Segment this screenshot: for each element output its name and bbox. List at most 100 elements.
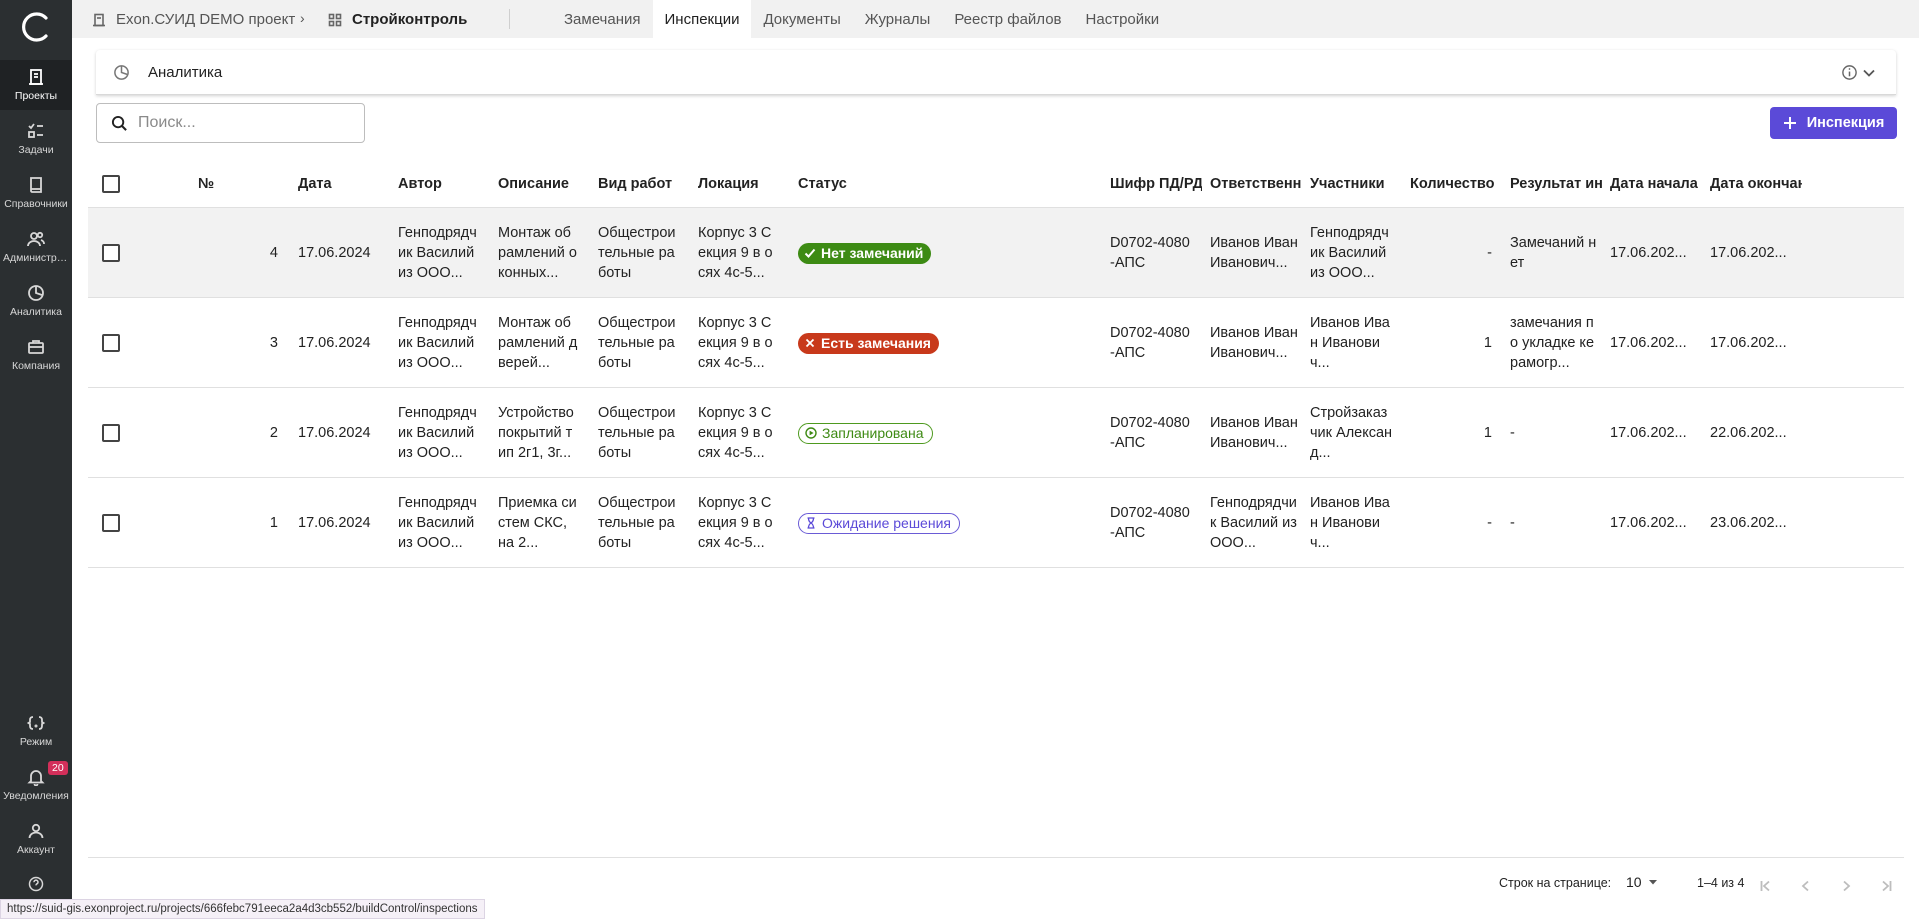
pie-chart-icon (114, 65, 129, 80)
tasks-icon (28, 123, 43, 138)
status-badge-label: Ожидание решения (822, 515, 951, 531)
row-status: Запланирована (798, 388, 933, 478)
row-status: Нет замечаний (798, 208, 932, 298)
top-bar: Exon.СУИД DEMO проект › Стройконтроль За… (72, 0, 1919, 38)
row-date: 17.06.2024 (298, 515, 371, 531)
sidebar-item-label: Компания (11, 360, 61, 372)
row-description-text: Монтаж обрамлений оконных... (498, 225, 577, 281)
link-status-bar: https://suid-gis.exonproject.ru/projects… (0, 899, 485, 919)
sidebar-item-company[interactable]: Компания (0, 330, 72, 380)
help-icon[interactable] (28, 876, 44, 892)
row-responsible-text: Иванов Иван Иванович... (1210, 325, 1298, 361)
row-responsible: Иванов Иван Иванович... (1210, 208, 1298, 298)
tab-inspections[interactable]: Инспекции (652, 0, 752, 38)
next-page-button[interactable] (1836, 876, 1856, 896)
row-result: - (1510, 478, 1598, 568)
row-checkbox[interactable] (102, 388, 120, 478)
column-header-description[interactable]: Описание (498, 160, 588, 208)
add-inspection-button[interactable]: Инспекция (1770, 107, 1897, 139)
column-header-status[interactable]: Статус (798, 160, 1098, 208)
row-author-text: Генподрядчик Василий из ООО... (398, 405, 477, 461)
row-remark-count: 1 (1483, 425, 1492, 441)
row-checkbox[interactable] (102, 478, 120, 568)
row-code: D0702-4080-АПС (1110, 478, 1190, 568)
row-code: D0702-4080-АПС (1110, 388, 1190, 478)
row-description-text: Приемка систем СКС, на 2... (498, 495, 577, 551)
table-header: № Дата Автор Описание Вид работ Локация … (88, 160, 1904, 208)
row-result-text: замечания по укладке керамогр... (1510, 315, 1595, 371)
last-page-button[interactable] (1876, 876, 1896, 896)
sidebar-item-label: Аккаунт (16, 844, 55, 856)
column-header-date[interactable]: Дата (298, 160, 388, 208)
sidebar-item-label: Режим (19, 736, 53, 748)
table-row[interactable]: 2 17.06.2024 Генподрядчик Василий из ООО… (88, 388, 1904, 478)
status-badge: Нет замечаний (798, 242, 932, 264)
row-responsible: Иванов Иван Иванович... (1210, 388, 1298, 478)
column-header-code[interactable]: Шифр ПД/РД (1110, 160, 1202, 208)
sidebar-item-tasks[interactable]: Задачи (0, 114, 72, 164)
row-number: 2 (269, 425, 278, 441)
row-code-text: D0702-4080-АПС (1110, 415, 1190, 451)
row-responsible: Генподрядчик Василий из ООО... (1210, 478, 1298, 568)
row-location: Корпус 3 Секция 9 в осях 4с-5... (698, 208, 778, 298)
column-header-work-type[interactable]: Вид работ (598, 160, 688, 208)
row-date: 17.06.2024 (298, 335, 371, 351)
row-end-date: 17.06.202... (1710, 245, 1787, 261)
chevron-down-icon[interactable] (1862, 66, 1876, 80)
sidebar-item-label: Аналитика (10, 306, 62, 318)
column-header-result[interactable]: Результат инспекции (1510, 160, 1602, 208)
search-input[interactable] (138, 114, 338, 132)
column-header-author[interactable]: Автор (398, 160, 488, 208)
sidebar-item-label: Уведомления (3, 790, 69, 802)
column-header-location[interactable]: Локация (698, 160, 788, 208)
sidebar-item-mode[interactable]: Режим (0, 706, 72, 756)
person-icon (28, 823, 44, 839)
row-remark-count: - (1487, 515, 1492, 531)
rows-per-page-select[interactable]: 10 (1626, 874, 1658, 890)
app-logo-icon[interactable] (19, 10, 53, 44)
module-tabs: Замечания Инспекции Документы Журналы Ре… (552, 0, 1171, 38)
column-header-number[interactable]: № (198, 160, 278, 208)
checkbox-box (102, 175, 120, 193)
checkbox-box (102, 334, 120, 352)
row-work-type: Общестроительные работы (598, 208, 678, 298)
column-header-remark-count[interactable]: Количество замечаний (1410, 160, 1494, 208)
chevron-left-icon (1801, 880, 1809, 892)
tab-journals[interactable]: Журналы (853, 0, 943, 38)
row-checkbox[interactable] (102, 298, 120, 388)
first-page-button[interactable] (1756, 876, 1776, 896)
tab-settings[interactable]: Настройки (1074, 0, 1172, 38)
sidebar-item-analytics[interactable]: Аналитика (0, 276, 72, 326)
sidebar-item-admin[interactable]: Администрирование (0, 222, 72, 272)
breadcrumb-project[interactable]: Exon.СУИД DEMO проект (92, 11, 316, 28)
row-responsible: Иванов Иван Иванович... (1210, 298, 1298, 388)
tab-remarks[interactable]: Замечания (552, 0, 653, 38)
search-icon (111, 115, 127, 131)
sidebar-item-projects[interactable]: Проекты (0, 60, 72, 110)
table-row[interactable]: 4 17.06.2024 Генподрядчик Василий из ООО… (88, 208, 1904, 298)
row-location-text: Корпус 3 Секция 9 в осях 4с-5... (698, 315, 773, 371)
select-all-checkbox[interactable] (102, 160, 120, 208)
table-row[interactable]: 1 17.06.2024 Генподрядчик Василий из ООО… (88, 478, 1904, 568)
breadcrumb-module[interactable]: Стройконтроль (328, 11, 467, 28)
row-checkbox[interactable] (102, 208, 120, 298)
sidebar-item-account[interactable]: Аккаунт (0, 814, 72, 864)
column-header-end-date[interactable]: Дата окончания (1710, 160, 1802, 208)
previous-page-button[interactable] (1796, 876, 1816, 896)
column-header-start-date[interactable]: Дата начала (1610, 160, 1702, 208)
briefcase-icon (28, 340, 44, 354)
hourglass-icon (807, 517, 815, 529)
sidebar-item-notifications[interactable]: Уведомления 20 (0, 760, 72, 810)
tab-documents[interactable]: Документы (751, 0, 852, 38)
info-icon[interactable] (1841, 64, 1858, 81)
analytics-panel[interactable]: Аналитика (96, 50, 1896, 95)
status-badge-label: Запланирована (822, 425, 924, 441)
column-header-responsible[interactable]: Ответственный (1210, 160, 1302, 208)
table-row[interactable]: 3 17.06.2024 Генподрядчик Василий из ООО… (88, 298, 1904, 388)
row-responsible-text: Иванов Иван Иванович... (1210, 235, 1298, 271)
tab-file-registry[interactable]: Реестр файлов (942, 0, 1073, 38)
sidebar-item-references[interactable]: Справочники (0, 168, 72, 218)
table-footer-divider (88, 857, 1904, 858)
column-header-participants[interactable]: Участники (1310, 160, 1402, 208)
status-badge-label: Нет замечаний (821, 245, 924, 261)
